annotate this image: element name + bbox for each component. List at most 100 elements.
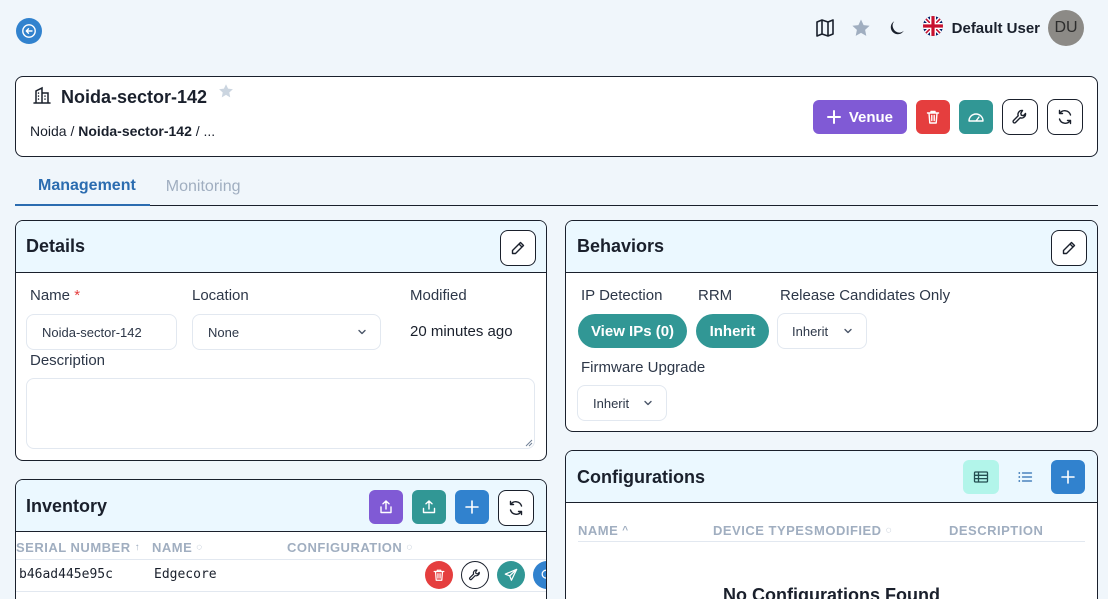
send-device-button[interactable]: [497, 561, 525, 589]
refresh-inventory-button[interactable]: [498, 490, 534, 526]
delete-venue-button[interactable]: [916, 100, 950, 134]
plus-icon: [1061, 470, 1075, 484]
trash-icon: [926, 110, 940, 124]
column-header-serial[interactable]: SERIAL NUMBER ↑: [16, 540, 140, 555]
column-header-description[interactable]: DESCRIPTION: [949, 523, 1043, 538]
share-icon: [380, 500, 392, 514]
name-label: Name *: [30, 287, 80, 304]
firmware-upgrade-label: Firmware Upgrade: [581, 359, 706, 376]
sort-icon: ◌: [406, 542, 413, 553]
resize-handle-icon[interactable]: [525, 439, 533, 447]
required-mark: *: [74, 287, 81, 304]
column-header-configuration[interactable]: CONFIGURATION ◌: [287, 540, 413, 555]
name-cell: Edgecore: [154, 567, 217, 582]
rrm-inherit-button[interactable]: Inherit: [696, 314, 769, 348]
edit-behaviors-button[interactable]: [1051, 230, 1087, 266]
table-view-button[interactable]: [963, 460, 999, 494]
pencil-icon: [511, 241, 525, 255]
building-icon: [32, 85, 52, 110]
upload-icon: [422, 500, 436, 514]
search-device-button[interactable]: [533, 561, 546, 589]
release-candidates-value: Inherit: [792, 323, 829, 339]
venue-header-card: Noida-sector-142 Noida / Noida-sector-14…: [15, 76, 1098, 157]
inventory-panel: Inventory SERIAL NUMBER ↑ NAME ◌ CONFIGU…: [15, 479, 547, 599]
add-device-button[interactable]: [455, 490, 489, 524]
column-label: CONFIGURATION: [287, 540, 403, 555]
details-title: Details: [26, 236, 86, 256]
trash-icon: [433, 569, 445, 581]
description-label: Description: [30, 352, 106, 369]
back-icon: [22, 24, 36, 38]
refresh-button[interactable]: [1047, 99, 1083, 135]
sort-asc-icon: ^: [622, 525, 629, 536]
configurations-title: Configurations: [577, 467, 705, 487]
rrm-label: RRM: [698, 287, 733, 304]
details-panel: Details Name * Noida-sector-142 Location…: [15, 220, 547, 461]
release-candidates-select[interactable]: Inherit: [777, 313, 867, 349]
search-icon: [541, 569, 546, 579]
tab-list: Management Monitoring: [15, 167, 1098, 206]
location-select[interactable]: None: [192, 314, 381, 350]
upload-inventory-button[interactable]: [412, 490, 446, 524]
chevron-down-icon: [644, 400, 652, 406]
firmware-upgrade-select[interactable]: Inherit: [577, 385, 667, 421]
plus-icon: [465, 500, 479, 514]
empty-state-message: No Configurations Found: [723, 585, 940, 599]
favorite-star-icon[interactable]: [218, 83, 234, 104]
location-label: Location: [192, 287, 249, 304]
list-view-button[interactable]: [1007, 460, 1043, 494]
table-icon: [973, 471, 989, 483]
add-configuration-button[interactable]: [1051, 460, 1085, 494]
column-label: NAME: [152, 540, 193, 555]
avatar[interactable]: DU: [1048, 10, 1084, 46]
breadcrumb-root[interactable]: Noida: [30, 123, 67, 139]
tab-management[interactable]: Management: [15, 167, 150, 206]
delete-device-button[interactable]: [425, 561, 453, 589]
breadcrumb-separator: /: [191, 123, 204, 139]
inventory-title: Inventory: [26, 496, 108, 516]
column-header-name[interactable]: NAME ◌: [152, 540, 203, 555]
user-menu[interactable]: Default User DU: [922, 10, 1084, 46]
serial-cell[interactable]: b46ad445e95c: [19, 567, 113, 582]
breadcrumb-separator: /: [66, 123, 79, 139]
tab-monitoring[interactable]: Monitoring: [150, 167, 255, 206]
refresh-icon: [509, 500, 523, 516]
add-venue-button[interactable]: Venue: [812, 100, 907, 134]
wrench-icon: [1012, 109, 1027, 124]
release-candidates-label: Release Candidates Only: [780, 287, 951, 304]
view-ips-button[interactable]: View IPs (0): [578, 314, 687, 348]
breadcrumb-current: Noida-sector-142: [78, 123, 192, 139]
sort-icon: ◌: [885, 525, 893, 536]
chevron-down-icon: [358, 329, 366, 335]
wrench-icon: [469, 569, 480, 581]
topbar-actions: Default User DU: [814, 10, 1084, 46]
edit-details-button[interactable]: [500, 230, 536, 266]
device-actions-button[interactable]: [461, 561, 489, 589]
send-icon: [504, 568, 518, 581]
ip-detection-label: IP Detection: [581, 287, 663, 304]
description-textarea[interactable]: [26, 378, 535, 449]
pencil-icon: [1062, 241, 1076, 255]
back-button[interactable]: [16, 18, 42, 44]
location-select-value: None: [208, 324, 240, 340]
map-icon[interactable]: [814, 17, 836, 39]
uk-flag-icon: [922, 15, 944, 42]
plus-icon: [826, 110, 841, 124]
sort-asc-icon: ↑: [134, 542, 141, 553]
name-field[interactable]: Noida-sector-142: [26, 314, 177, 350]
user-name: Default User: [951, 19, 1040, 37]
behaviors-title: Behaviors: [577, 236, 665, 256]
breadcrumb-more[interactable]: ...: [204, 123, 216, 139]
column-header-device-types[interactable]: DEVICE TYPES: [713, 523, 814, 538]
behaviors-panel: Behaviors IP Detection View IPs (0) RRM …: [565, 220, 1098, 432]
column-header-modified[interactable]: MODIFIED ◌: [814, 523, 892, 538]
star-icon[interactable]: [850, 17, 872, 39]
dashboard-button[interactable]: [959, 100, 993, 134]
configurations-panel: Configurations NAME ^ DEVICE TYPES MODIF…: [565, 450, 1098, 599]
add-venue-label: Venue: [848, 108, 893, 126]
export-inventory-button[interactable]: [369, 490, 403, 524]
column-label: SERIAL NUMBER: [16, 540, 131, 555]
moon-icon[interactable]: [886, 17, 908, 39]
column-header-name[interactable]: NAME ^: [578, 523, 629, 538]
actions-button[interactable]: [1002, 99, 1038, 135]
